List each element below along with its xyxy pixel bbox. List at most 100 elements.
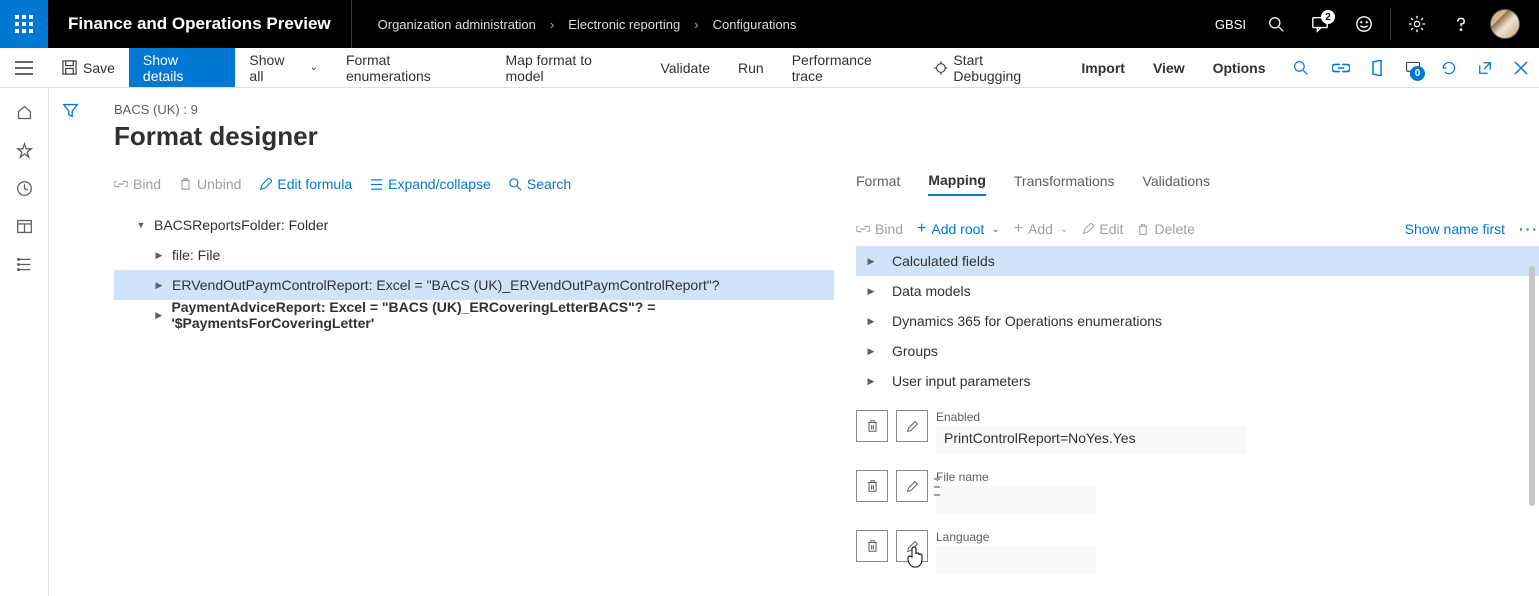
- tree-expand-icon[interactable]: [152, 250, 166, 261]
- edit-formula-button[interactable]: Edit formula: [259, 176, 352, 192]
- nav-hamburger[interactable]: [0, 48, 48, 87]
- start-debugging-button[interactable]: Start Debugging: [920, 48, 1068, 87]
- tab-transformations[interactable]: Transformations: [1014, 173, 1115, 195]
- view-button[interactable]: View: [1139, 48, 1199, 87]
- waffle-launcher[interactable]: [0, 0, 48, 48]
- tab-validations[interactable]: Validations: [1143, 173, 1210, 195]
- left-rail: [0, 88, 48, 596]
- office-icon: [1370, 60, 1384, 76]
- bind-button[interactable]: Bind: [856, 221, 903, 237]
- help-icon: [1453, 16, 1469, 32]
- map-row[interactable]: Dynamics 365 for Operations enumerations: [856, 306, 1539, 336]
- office-icon-button[interactable]: [1359, 60, 1395, 76]
- edit-property-button[interactable]: [896, 410, 928, 442]
- breadcrumb-item[interactable]: Electronic reporting: [568, 17, 680, 32]
- home-rail-button[interactable]: [14, 102, 34, 122]
- add-button[interactable]: +Add⌄: [1014, 220, 1069, 238]
- link-icon: [114, 177, 128, 191]
- tree-expand-icon[interactable]: [864, 316, 878, 327]
- tree-row-root[interactable]: BACSReportsFolder: Folder: [114, 210, 834, 240]
- language-input[interactable]: [936, 546, 1096, 574]
- divider: [1390, 8, 1391, 40]
- tree-expand-icon[interactable]: [864, 256, 878, 267]
- delete-property-button[interactable]: [856, 470, 888, 502]
- show-details-button[interactable]: Show details: [129, 48, 236, 87]
- plus-icon: +: [1014, 220, 1023, 238]
- validate-button[interactable]: Validate: [646, 48, 724, 87]
- map-row[interactable]: Groups: [856, 336, 1539, 366]
- unbind-button[interactable]: Unbind: [179, 176, 241, 192]
- commandbar-search-button[interactable]: [1280, 48, 1324, 87]
- save-button[interactable]: Save: [48, 48, 129, 87]
- bind-button[interactable]: Bind: [114, 176, 161, 192]
- link-icon-button[interactable]: [1323, 61, 1359, 75]
- enabled-input[interactable]: PrintControlReport=NoYes.Yes: [936, 426, 1246, 454]
- filename-input[interactable]: [936, 486, 1096, 514]
- chevron-down-icon: ⌄: [310, 62, 318, 73]
- company-code[interactable]: GBSI: [1215, 17, 1246, 32]
- property-row-filename: File name: [856, 470, 1499, 514]
- overflow-button[interactable]: ···: [1519, 221, 1539, 237]
- format-enumerations-button[interactable]: Format enumerations: [332, 48, 492, 87]
- tree-expand-icon[interactable]: [864, 286, 878, 297]
- edit-property-button[interactable]: [896, 530, 928, 562]
- pencil-icon: [906, 420, 919, 433]
- property-label: Language: [936, 530, 1499, 544]
- popout-button[interactable]: [1467, 61, 1503, 75]
- tree-expand-icon[interactable]: [864, 376, 878, 387]
- search-button[interactable]: Search: [509, 176, 571, 192]
- filter-button[interactable]: [62, 102, 79, 596]
- show-all-button[interactable]: Show all⌄: [235, 48, 332, 87]
- breadcrumb-item[interactable]: Organization administration: [378, 17, 536, 32]
- delete-property-button[interactable]: [856, 410, 888, 442]
- close-button[interactable]: [1503, 61, 1539, 75]
- splitter-handle[interactable]: [934, 478, 940, 496]
- notifications-button[interactable]: 2: [1298, 0, 1342, 48]
- pencil-icon: [906, 540, 919, 553]
- expand-collapse-button[interactable]: Expand/collapse: [370, 176, 491, 192]
- modules-rail-button[interactable]: [14, 254, 34, 274]
- workspaces-rail-button[interactable]: [14, 216, 34, 236]
- tab-format[interactable]: Format: [856, 173, 900, 195]
- left-toolbar: Bind Unbind Edit formula Expand/collapse…: [114, 166, 834, 202]
- show-name-first-button[interactable]: Show name first: [1405, 221, 1505, 237]
- edit-property-button[interactable]: [896, 470, 928, 502]
- refresh-button[interactable]: [1431, 60, 1467, 76]
- page-title: Format designer: [114, 121, 1539, 152]
- favorites-rail-button[interactable]: [14, 140, 34, 160]
- settings-button[interactable]: [1395, 0, 1439, 48]
- map-row[interactable]: Data models: [856, 276, 1539, 306]
- action-center-badge: 0: [1410, 66, 1425, 81]
- tree-expand-icon[interactable]: [134, 220, 148, 231]
- map-format-button[interactable]: Map format to model: [492, 48, 647, 87]
- tree-row-selected[interactable]: ERVendOutPaymControlReport: Excel = "BAC…: [114, 270, 834, 300]
- tree-expand-icon[interactable]: [152, 310, 165, 321]
- delete-button[interactable]: Delete: [1137, 221, 1194, 237]
- tree-expand-icon[interactable]: [864, 346, 878, 357]
- trash-icon: [1137, 223, 1149, 236]
- map-row-selected[interactable]: Calculated fields: [856, 246, 1539, 276]
- tree-row[interactable]: PaymentAdviceReport: Excel = "BACS (UK)_…: [114, 300, 834, 330]
- action-center-button[interactable]: 0: [1395, 60, 1431, 76]
- page-supertitle: BACS (UK) : 9: [114, 102, 1539, 117]
- performance-trace-button[interactable]: Performance trace: [778, 48, 920, 87]
- edit-button[interactable]: Edit: [1082, 221, 1123, 237]
- search-button[interactable]: [1254, 0, 1298, 48]
- help-button[interactable]: [1439, 0, 1483, 48]
- command-bar: Save Show details Show all⌄ Format enume…: [48, 48, 1539, 87]
- format-tree-panel: Bind Unbind Edit formula Expand/collapse…: [114, 166, 834, 596]
- map-row[interactable]: User input parameters: [856, 366, 1539, 396]
- feedback-button[interactable]: [1342, 0, 1386, 48]
- options-button[interactable]: Options: [1199, 48, 1280, 87]
- tree-expand-icon[interactable]: [152, 280, 166, 291]
- recent-rail-button[interactable]: [14, 178, 34, 198]
- add-root-button[interactable]: +Add root⌄: [917, 220, 1000, 238]
- run-button[interactable]: Run: [724, 48, 778, 87]
- user-avatar[interactable]: [1483, 0, 1527, 48]
- breadcrumb-item[interactable]: Configurations: [713, 17, 797, 32]
- tab-mapping[interactable]: Mapping: [928, 172, 986, 196]
- import-button[interactable]: Import: [1067, 48, 1139, 87]
- tree-row[interactable]: file: File: [114, 240, 834, 270]
- scrollbar[interactable]: [1529, 266, 1535, 506]
- delete-property-button[interactable]: [856, 530, 888, 562]
